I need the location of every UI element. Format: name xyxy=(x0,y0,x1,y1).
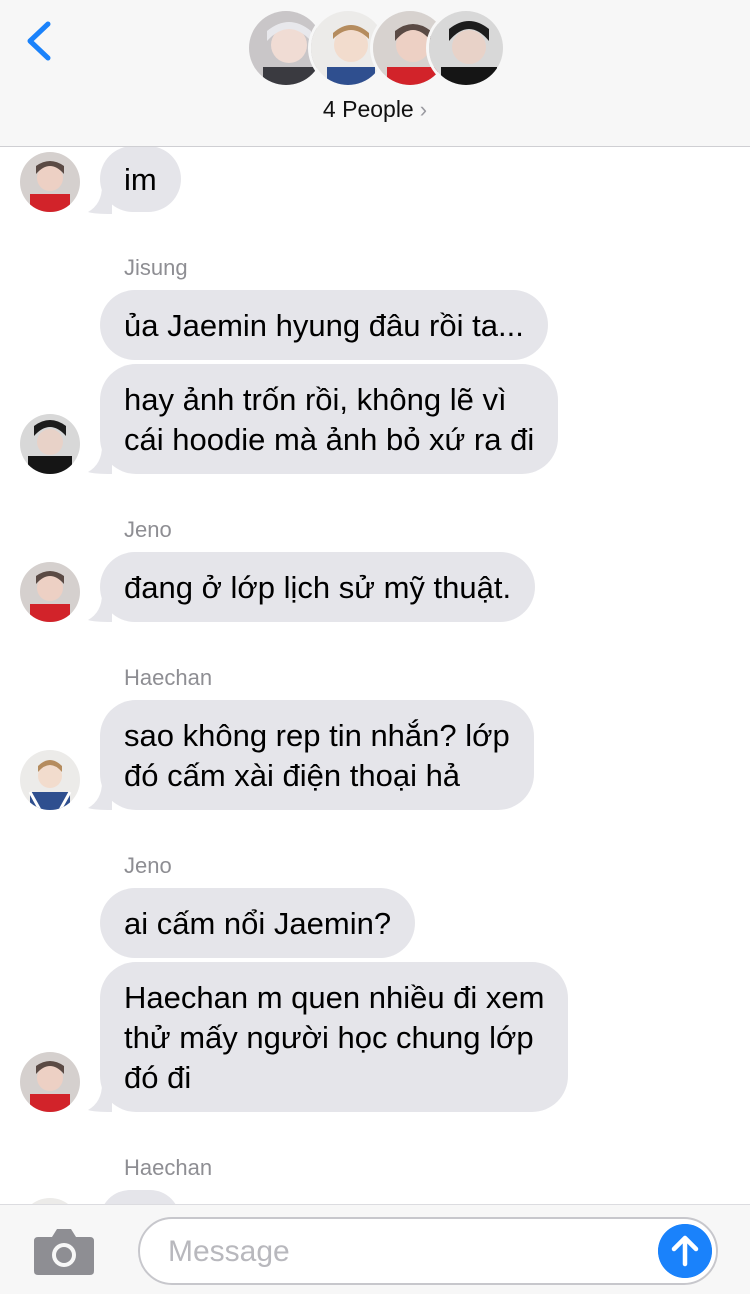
chevron-right-icon: › xyxy=(419,97,428,122)
composer-bar: Message xyxy=(0,1204,750,1294)
message-bubble[interactable]: im xyxy=(100,146,181,212)
bubble-tail xyxy=(88,1084,112,1112)
sender-name: Jisung xyxy=(124,255,188,280)
message-input[interactable]: Message xyxy=(138,1217,718,1285)
bubble-tail xyxy=(88,186,112,214)
bubble-tail xyxy=(88,594,112,622)
message-bubble[interactable]: đang ở lớp lịch sử mỹ thuật. xyxy=(100,552,536,622)
avatar[interactable] xyxy=(20,562,80,622)
conversation-header: 4 People › xyxy=(0,0,750,147)
sender-name: Haechan xyxy=(124,665,213,690)
bubble-tail xyxy=(88,446,112,474)
message-placeholder: Message xyxy=(168,1235,290,1268)
avatar[interactable] xyxy=(20,414,80,474)
sender-name: Jeno xyxy=(124,517,172,542)
message-bubble[interactable]: ủa Jaemin hyung đâu rồi ta... xyxy=(100,290,548,360)
message-bubble[interactable]: Haechan m quen nhiều đi xem thử mấy ngườ… xyxy=(100,962,569,1112)
message-bubble[interactable]: hay ảnh trốn rồi, không lẽ vì cái hoodie… xyxy=(100,364,559,474)
message-bubble[interactable]: ai cấm nổi Jaemin? xyxy=(100,888,416,958)
sender-name: Jeno xyxy=(124,853,172,878)
group-info-button[interactable]: 4 People › xyxy=(0,96,750,123)
sender-name: Haechan xyxy=(124,1155,213,1180)
group-avatars[interactable] xyxy=(246,8,506,88)
avatar[interactable] xyxy=(20,750,80,810)
camera-icon[interactable] xyxy=(32,1225,96,1277)
message-bubble[interactable]: sao không rep tin nhắn? lớp đó cấm xài đ… xyxy=(100,700,534,810)
bubble-tail xyxy=(88,782,112,810)
send-arrow-icon[interactable] xyxy=(658,1224,712,1278)
avatar xyxy=(426,8,506,88)
avatar[interactable] xyxy=(20,152,80,212)
group-label: 4 People xyxy=(322,96,414,122)
chevron-left-icon[interactable] xyxy=(20,16,60,66)
avatar[interactable] xyxy=(20,1052,80,1112)
